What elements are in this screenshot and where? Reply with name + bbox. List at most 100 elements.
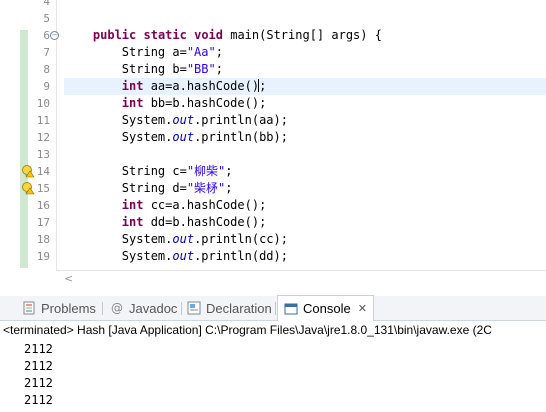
code-text: String a="Aa"; bbox=[64, 44, 223, 61]
line-number: 4 bbox=[43, 0, 50, 8]
code-token: "BB" bbox=[186, 62, 216, 76]
code-text: System.out.println(aa); bbox=[64, 112, 288, 129]
code-token: .println(dd); bbox=[194, 249, 288, 263]
line-number: 12 bbox=[36, 131, 50, 144]
tab-declaration-label: Declaration bbox=[206, 300, 272, 316]
code-text: int dd=b.hashCode(); bbox=[64, 214, 267, 231]
code-text: System.out.println(cc); bbox=[64, 231, 288, 248]
line-number: 19 bbox=[36, 250, 50, 263]
code-token: void bbox=[194, 28, 223, 42]
code-token: int bbox=[121, 215, 144, 229]
tab-javadoc[interactable]: @ Javadoc bbox=[110, 296, 177, 320]
code-text: public static void main(String[] args) { bbox=[64, 27, 382, 44]
console-icon bbox=[284, 302, 298, 316]
tab-javadoc-label: Javadoc bbox=[129, 300, 178, 316]
code-token: ; bbox=[225, 181, 233, 195]
tab-separator bbox=[102, 302, 103, 315]
code-line[interactable]: 17 int dd=b.hashCode(); bbox=[0, 214, 546, 231]
code-token: dd=b.hashCode(); bbox=[143, 215, 267, 229]
code-text: String d="柴柕"; bbox=[64, 180, 233, 197]
line-number: 13 bbox=[36, 148, 50, 161]
code-line[interactable]: 19 System.out.println(dd); bbox=[0, 248, 546, 265]
code-token: out bbox=[172, 249, 195, 263]
scroll-left-icon[interactable]: < bbox=[64, 272, 73, 285]
tab-console[interactable]: Console ✕ bbox=[277, 295, 374, 321]
code-token: int bbox=[121, 96, 144, 110]
code-token: ; bbox=[259, 79, 267, 93]
code-text: int bb=b.hashCode(); bbox=[64, 95, 267, 112]
code-token: out bbox=[172, 113, 195, 127]
line-number: 11 bbox=[36, 114, 50, 127]
code-line[interactable]: 11 System.out.println(aa); bbox=[0, 112, 546, 129]
warning-lightbulb-icon[interactable] bbox=[21, 181, 35, 195]
code-token: "Aa" bbox=[186, 45, 216, 59]
code-token: System. bbox=[64, 232, 173, 246]
collapse-minus-icon[interactable]: − bbox=[50, 31, 59, 40]
console-output-line: 2112 bbox=[24, 376, 53, 390]
tab-problems[interactable]: Problems bbox=[22, 296, 96, 320]
code-line[interactable]: 6− public static void main(String[] args… bbox=[0, 27, 546, 44]
code-token: int bbox=[121, 79, 144, 93]
code-token: aa=a.hashCode() bbox=[143, 79, 260, 93]
tab-separator bbox=[181, 302, 182, 315]
bottom-panel-tabbar: Problems @ Javadoc Declaration Console ✕ bbox=[0, 295, 546, 321]
console-output-line: 2112 bbox=[24, 393, 53, 407]
tab-declaration[interactable]: Declaration bbox=[187, 296, 272, 320]
console-terminated-status: <terminated> Hash [Java Application] C:\… bbox=[3, 323, 492, 337]
code-line[interactable]: 12 System.out.println(bb); bbox=[0, 129, 546, 146]
code-text: String c="柳柴"; bbox=[64, 163, 233, 180]
code-token: .println(bb); bbox=[194, 130, 288, 144]
line-number: 17 bbox=[36, 216, 50, 229]
code-token: String c= bbox=[64, 164, 187, 178]
code-line[interactable]: 15 String d="柴柕"; bbox=[0, 180, 546, 197]
code-line[interactable]: 13 bbox=[0, 146, 546, 163]
code-editor[interactable]: 4 5 6− public static void main(String[] ar… bbox=[0, 0, 546, 270]
line-number: 16 bbox=[36, 199, 50, 212]
at-sign-icon: @ bbox=[111, 301, 123, 315]
code-line[interactable]: 10 int bb=b.hashCode(); bbox=[0, 95, 546, 112]
code-token: int bbox=[121, 198, 144, 212]
code-token: ; bbox=[225, 164, 233, 178]
code-line[interactable]: 18 System.out.println(cc); bbox=[0, 231, 546, 248]
code-token: "柳柴" bbox=[186, 164, 226, 178]
code-line[interactable]: 7 String a="Aa"; bbox=[0, 44, 546, 61]
line-number: 8 bbox=[43, 63, 50, 76]
code-token: ; bbox=[215, 62, 223, 76]
warning-lightbulb-icon[interactable] bbox=[21, 164, 35, 178]
problems-icon bbox=[22, 301, 36, 315]
code-line[interactable]: 14 String c="柳柴"; bbox=[0, 163, 546, 180]
line-number: 5 bbox=[43, 12, 50, 25]
code-token: String d= bbox=[64, 181, 187, 195]
code-text: System.out.println(bb); bbox=[64, 129, 288, 146]
code-line[interactable]: 16 int cc=a.hashCode(); bbox=[0, 197, 546, 214]
code-line[interactable]: 5 bbox=[0, 10, 546, 27]
console-output-line: 2112 bbox=[24, 342, 53, 356]
code-token: "柴柕" bbox=[186, 181, 226, 195]
close-icon[interactable]: ✕ bbox=[358, 302, 367, 315]
line-number: 9 bbox=[43, 80, 50, 93]
line-number: 10 bbox=[36, 97, 50, 110]
line-number: 18 bbox=[36, 233, 50, 246]
code-text: System.out.println(dd); bbox=[64, 248, 288, 265]
code-token: System. bbox=[64, 113, 173, 127]
console-output-area[interactable]: <terminated> Hash [Java Application] C:\… bbox=[0, 321, 546, 412]
code-token: System. bbox=[64, 130, 173, 144]
tab-console-label: Console bbox=[303, 301, 351, 316]
code-line[interactable]: 8 String b="BB"; bbox=[0, 61, 546, 78]
code-token: cc=a.hashCode(); bbox=[143, 198, 267, 212]
code-token: String a= bbox=[64, 45, 187, 59]
horizontal-scrollbar[interactable]: < bbox=[56, 270, 546, 288]
code-line[interactable]: 9 int aa=a.hashCode(); bbox=[0, 78, 546, 95]
line-number: 6 bbox=[43, 29, 50, 42]
code-token: out bbox=[172, 232, 195, 246]
code-line[interactable]: 4 bbox=[0, 0, 546, 10]
code-text: int cc=a.hashCode(); bbox=[64, 197, 267, 214]
tab-problems-label: Problems bbox=[41, 300, 96, 316]
line-number: 7 bbox=[43, 46, 50, 59]
